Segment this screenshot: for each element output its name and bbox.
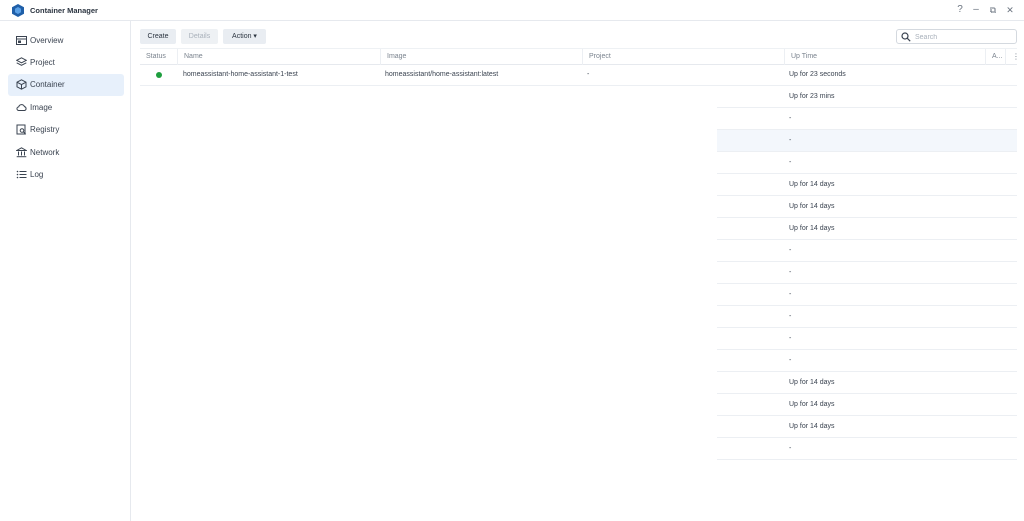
log-icon	[16, 170, 27, 179]
sidebar-item-log[interactable]: Log	[8, 164, 124, 186]
table-header: Status Name Image Project Up Time A... ⋮	[140, 48, 1020, 65]
container-uptime: -	[789, 291, 792, 298]
container-table: Status Name Image Project Up Time A... ⋮…	[140, 48, 1020, 468]
container-uptime: Up for 14 days	[789, 423, 835, 430]
container-uptime: Up for 14 days	[789, 181, 835, 188]
table-row[interactable]: -	[140, 328, 1017, 350]
sidebar-item-label: Overview	[30, 36, 64, 45]
container-uptime: -	[789, 313, 792, 320]
sidebar-item-label: Image	[30, 103, 53, 112]
title-bar: Container Manager ? – ⧉ ✕	[0, 0, 1024, 21]
action-dropdown-button[interactable]: Action ▾	[223, 29, 266, 44]
project-icon	[16, 57, 27, 66]
column-header-a[interactable]: A...	[985, 49, 1005, 65]
sidebar-item-project[interactable]: Project	[8, 52, 124, 74]
column-header-project[interactable]: Project	[582, 49, 784, 65]
table-row[interactable]: -	[140, 240, 1017, 262]
container-name: homeassistant-home-assistant-1-test	[183, 71, 298, 78]
column-header-name[interactable]: Name	[177, 49, 380, 65]
sidebar-item-label: Registry	[30, 125, 60, 134]
minimize-icon[interactable]: –	[970, 3, 982, 17]
sidebar-item-network[interactable]: Network	[8, 142, 124, 164]
sidebar-item-container[interactable]: Container	[8, 74, 124, 96]
container-uptime: -	[789, 247, 792, 254]
table-row[interactable]: Up for 14 days	[140, 196, 1017, 218]
network-icon	[16, 147, 27, 158]
container-uptime: Up for 14 days	[789, 401, 835, 408]
table-row[interactable]: Up for 14 days	[140, 174, 1017, 196]
column-header-status[interactable]: Status	[140, 49, 177, 65]
sidebar-item-label: Container	[30, 80, 65, 89]
row-divider	[717, 459, 1017, 460]
sidebar-item-label: Project	[30, 58, 55, 67]
registry-icon	[16, 124, 27, 135]
sidebar-item-image[interactable]: Image	[8, 97, 124, 119]
search-box[interactable]	[896, 29, 1017, 44]
search-icon	[901, 32, 911, 42]
sidebar-item-label: Log	[30, 170, 44, 179]
column-header-uptime[interactable]: Up Time	[784, 49, 985, 65]
table-row[interactable]: -	[140, 262, 1017, 284]
create-button[interactable]: Create	[140, 29, 176, 44]
cloud-icon	[16, 104, 27, 111]
container-image: homeassistant/home-assistant:latest	[385, 71, 499, 78]
help-icon[interactable]: ?	[954, 3, 966, 17]
table-row[interactable]: -	[140, 130, 1017, 152]
container-uptime: -	[789, 115, 792, 122]
column-options-icon[interactable]: ⋮	[1005, 49, 1020, 65]
overview-icon	[16, 36, 27, 45]
column-header-image[interactable]: Image	[380, 49, 582, 65]
table-row[interactable]: -	[140, 284, 1017, 306]
table-row[interactable]: -	[140, 108, 1017, 130]
sidebar: Overview Project Container Image Registr…	[0, 21, 131, 521]
sidebar-item-label: Network	[30, 148, 60, 157]
close-icon[interactable]: ✕	[1004, 3, 1016, 17]
container-uptime: Up for 23 mins	[789, 93, 835, 100]
table-row[interactable]: Up for 23 mins	[140, 86, 1017, 108]
table-row[interactable]: -	[140, 350, 1017, 372]
table-row[interactable]: Up for 14 days	[140, 218, 1017, 240]
status-running-icon	[156, 72, 162, 78]
restore-icon[interactable]: ⧉	[987, 3, 999, 17]
row-hover-background	[717, 130, 1017, 152]
container-uptime: Up for 23 seconds	[789, 71, 846, 78]
container-manager-window: Container Manager ? – ⧉ ✕ Overview Proje…	[0, 0, 1024, 521]
table-row[interactable]: -	[140, 438, 1017, 460]
container-project: -	[587, 71, 590, 78]
table-row[interactable]: -	[140, 152, 1017, 174]
container-uptime: Up for 14 days	[789, 203, 835, 210]
details-button[interactable]: Details	[181, 29, 218, 44]
container-uptime: -	[789, 159, 792, 166]
table-row[interactable]: Up for 14 days	[140, 372, 1017, 394]
sidebar-item-overview[interactable]: Overview	[8, 30, 124, 52]
container-icon	[16, 79, 27, 90]
search-input[interactable]	[915, 31, 1013, 43]
container-uptime: -	[789, 335, 792, 342]
container-uptime: -	[789, 137, 792, 144]
sidebar-item-registry[interactable]: Registry	[8, 119, 124, 141]
table-row[interactable]: -	[140, 306, 1017, 328]
table-row[interactable]: Up for 14 days	[140, 394, 1017, 416]
container-uptime: -	[789, 445, 792, 452]
table-row[interactable]: Up for 14 days	[140, 416, 1017, 438]
app-title: Container Manager	[30, 6, 98, 15]
app-logo-icon	[12, 4, 24, 17]
container-uptime: -	[789, 269, 792, 276]
container-uptime: Up for 14 days	[789, 225, 835, 232]
container-uptime: -	[789, 357, 792, 364]
table-row[interactable]: homeassistant-home-assistant-1-test home…	[140, 64, 1017, 86]
container-uptime: Up for 14 days	[789, 379, 835, 386]
